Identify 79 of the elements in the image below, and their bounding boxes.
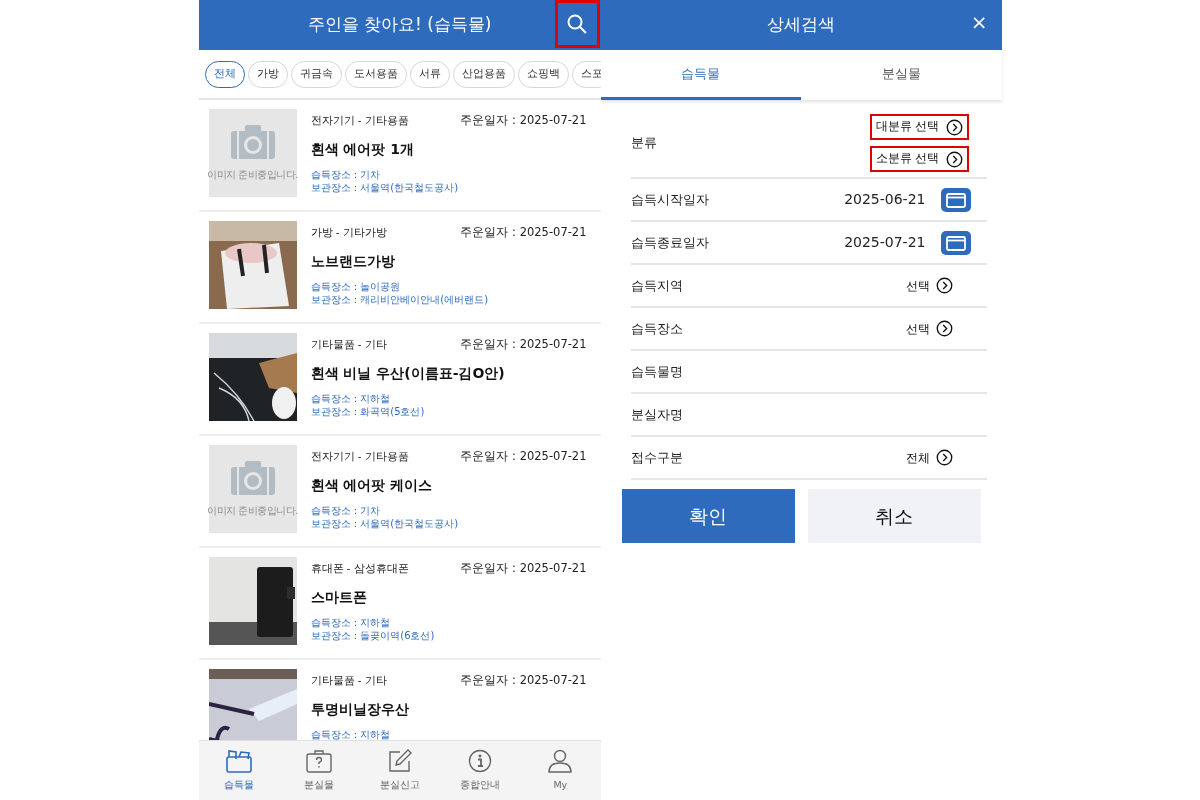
item-card[interactable]: 가방 - 기타가방 주운일자 : 2025-07-21 노브랜드가방 습득장소 : 놀이공원 보관장소 : 캐리비안베이안내(에버랜드) [198,212,601,324]
info-icon[interactable] [467,748,492,773]
search-icon [567,14,587,34]
found-place: 습득장소 : 지하철 [310,392,392,406]
item-card[interactable]: 기타물품 - 기타 주운일자 : 2025-07-21 흰색 비닐 우산(이름표-김O안) 습득장소 : 지하철 보관장소 : 화곡역(5호선) [198,324,601,436]
item-date: 주운일자 : 2025-07-21 [460,336,587,353]
category-select[interactable]: 대분류 선택 [869,114,969,140]
confirm-button[interactable]: 확인 [621,489,795,543]
storage-place: 보관장소 : 돌곶이역(6호선) [310,629,436,643]
field-label: 분류 [630,134,657,153]
search-tab[interactable]: 습득물 [600,50,801,100]
placeholder-text: 이미지 준비중입니다. [207,503,298,518]
edit-icon[interactable] [387,748,412,773]
nav-tab[interactable]: My [520,741,601,800]
nav-tab[interactable]: 종합안내 [439,741,521,800]
found-place: 습득장소 : 놀이공원 [310,280,402,294]
select-button[interactable]: 선택 [905,319,971,338]
item-name: 흰색 에어팟 1개 [310,140,415,160]
chevron-right-icon [935,320,953,337]
found-place: 습득장소 : 기차 [310,168,382,182]
page-title: 주인을 찾아요! (습득물) [307,13,492,37]
field-label: 습득지역 [630,276,683,295]
cancel-button[interactable]: 취소 [807,489,981,543]
item-name: 노브랜드가방 [310,252,396,272]
item-category: 기타물품 - 기타 [310,336,387,352]
storage-place: 보관장소 : 서울역(한국철도공사) [310,517,460,531]
item-category: 기타물품 - 기타 [310,672,387,688]
item-name: 흰색 에어팟 케이스 [310,476,434,496]
search-button[interactable] [554,0,600,48]
found-place: 습득장소 : 기차 [310,504,382,518]
item-date: 주운일자 : 2025-07-21 [460,224,587,241]
found-place: 습득장소 : 지하철 [310,728,392,740]
nav-tab[interactable]: 습득물 [198,741,279,800]
select-button[interactable]: 선택 [905,276,971,295]
calendar-icon[interactable] [940,230,971,255]
item-date: 주운일자 : 2025-07-21 [460,560,587,577]
storage-place: 보관장소 : 캐리비안베이안내(에버랜드) [310,293,490,307]
item-name: 스마트폰 [310,588,368,608]
item-date: 주운일자 : 2025-07-21 [460,448,587,465]
item-date: 주운일자 : 2025-07-21 [460,112,587,129]
date-value[interactable]: 2025-06-21 [844,189,926,210]
chevron-right-icon [945,118,963,136]
storage-place: 보관장소 : 서울역(한국철도공사) [310,181,460,195]
calendar-icon[interactable] [940,187,971,212]
item-card[interactable]: 이미지 준비중입니다. 전자기기 - 기타용품 주운일자 : 2025-07-21 흰색 에어팟 케이스 습득장소 : 기차 보관장소 : 서울역(한국철도공사) [198,436,601,548]
item-card[interactable]: 휴대폰 - 삼성휴대폰 주운일자 : 2025-07-21 스마트폰 습득장소 : 지하철 보관장소 : 돌곶이역(6호선) [198,548,601,660]
select-button[interactable]: 전체 [905,448,971,467]
item-date: 주운일자 : 2025-07-21 [460,672,587,689]
field-label: 습득물명 [630,362,683,381]
panel-title: 상세검색 [767,13,835,37]
field-label: 습득시작일자 [630,190,709,209]
nav-tab[interactable]: 분실신고 [359,741,440,800]
item-category: 휴대폰 - 삼성휴대폰 [310,560,409,576]
date-value[interactable]: 2025-07-21 [844,232,926,253]
item-category: 전자기기 - 기타용품 [310,448,409,464]
field-label: 습득장소 [630,319,683,338]
camera-icon [230,124,275,159]
category-select[interactable]: 소분류 선택 [869,146,969,172]
item-card[interactable]: 이미지 준비중입니다. 전자기기 - 기타용품 주운일자 : 2025-07-21 흰색 에어팟 1개 습득장소 : 기차 보관장소 : 서울역(한국철도공사) [198,100,601,212]
briefcase-question-icon[interactable] [306,748,333,773]
field-label: 접수구분 [630,448,683,467]
box-icon[interactable] [225,748,252,773]
item-category: 가방 - 기타가방 [310,224,387,240]
found-place: 습득장소 : 지하철 [310,616,392,630]
nav-tab[interactable]: 분실물 [278,741,360,800]
chevron-right-icon [935,449,953,466]
chevron-right-icon [935,277,953,294]
field-label: 습득종료일자 [630,233,709,252]
search-tab[interactable]: 분실물 [801,50,1002,100]
item-name: 투명비닐장우산 [310,700,410,720]
storage-place: 보관장소 : 화곡역(5호선) [310,405,426,419]
item-name: 흰색 비닐 우산(이름표-김O안) [310,364,506,384]
placeholder-text: 이미지 준비중입니다. [207,167,298,182]
item-category: 전자기기 - 기타용품 [310,112,409,128]
chevron-right-icon [945,150,963,168]
field-label: 분실자명 [630,405,683,424]
close-button[interactable]: × [970,12,988,32]
user-icon[interactable] [548,748,573,773]
camera-icon [230,460,275,495]
